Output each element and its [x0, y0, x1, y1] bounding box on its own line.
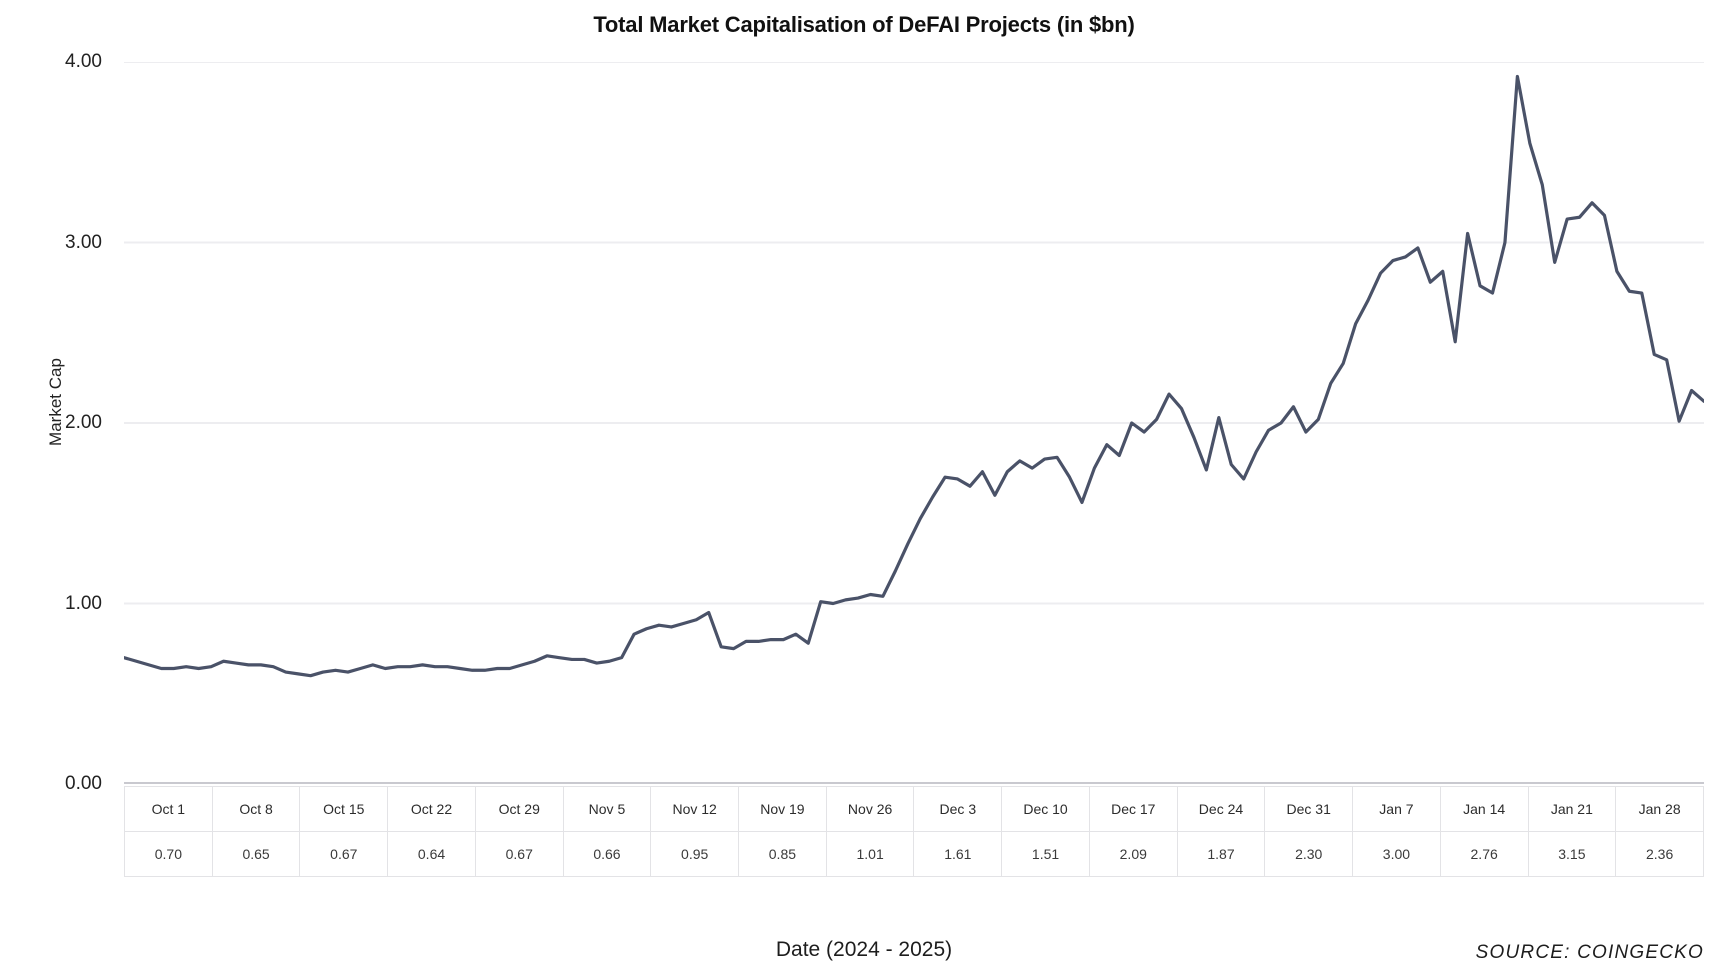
- table-cell-date: Dec 10: [1001, 786, 1090, 832]
- plot-area: [124, 62, 1704, 784]
- y-axis-tick-1: 1.00: [65, 592, 102, 614]
- table-cell-date: Nov 26: [825, 786, 915, 832]
- table-cell-date: Oct 22: [387, 786, 476, 832]
- table-cell-value: 2.30: [1264, 831, 1354, 877]
- table-cell-date: Oct 1: [124, 786, 213, 832]
- table-cell-date: Nov 12: [650, 786, 740, 832]
- table-cell-date: Nov 5: [562, 786, 652, 832]
- table-cell-date: Oct 15: [299, 786, 389, 832]
- table-cell-value: 3.15: [1527, 831, 1617, 877]
- table-cell-value: 0.64: [387, 831, 476, 877]
- table-row-values: 0.70 0.65 0.67 0.64 0.67 0.66 0.95 0.85 1.01 1.61…: [124, 831, 1704, 877]
- table-cell-date: Oct 29: [474, 786, 564, 832]
- table-cell-date: Oct 8: [211, 786, 301, 832]
- y-axis-label: Market Cap: [46, 358, 65, 446]
- table-cell-date: Nov 19: [738, 786, 827, 832]
- table-row-dates: Oct 1 Oct 8 Oct 15 Oct 22 Oct 29 Nov 5 Nov 12 N…: [124, 786, 1704, 832]
- table-cell-value: 0.70: [124, 831, 213, 877]
- y-axis-tick-3: 3.00: [65, 231, 102, 253]
- table-cell-value: 2.09: [1088, 831, 1178, 877]
- data-table: Oct 1 Oct 8 Oct 15 Oct 22 Oct 29 Nov 5 Nov 12 N…: [124, 786, 1704, 877]
- table-cell-value: 0.85: [738, 831, 827, 877]
- y-axis-tick-0: 0.00: [65, 773, 102, 794]
- y-axis-tick-4: 4.00: [65, 51, 102, 72]
- table-cell-value: 3.00: [1352, 831, 1441, 877]
- table-cell-value: 2.76: [1439, 831, 1529, 877]
- table-cell-date: Dec 3: [913, 786, 1003, 832]
- y-axis: 0.00 1.00 2.00 3.00 4.00 Market Cap: [40, 51, 114, 794]
- table-cell-value: 0.95: [650, 831, 740, 877]
- table-cell-value: 1.87: [1176, 831, 1266, 877]
- source-note: SOURCE: COINGECKO: [1475, 942, 1704, 963]
- table-cell-value: 0.65: [211, 831, 301, 877]
- table-cell-value: 0.67: [474, 831, 564, 877]
- table-cell-date: Dec 17: [1088, 786, 1178, 832]
- table-cell-value: 0.67: [299, 831, 389, 877]
- table-cell-date: Jan 21: [1527, 786, 1617, 832]
- table-cell-value: 1.01: [825, 831, 915, 877]
- table-cell-date: Dec 24: [1176, 786, 1266, 832]
- market-cap-series-line: [124, 74, 1704, 678]
- table-cell-value: 0.66: [562, 831, 652, 877]
- table-cell-value: 1.51: [1001, 831, 1090, 877]
- gridlines: [124, 62, 1704, 784]
- chart-title: Total Market Capitalisation of DeFAI Pro…: [593, 12, 1135, 37]
- table-cell-date: Dec 31: [1264, 786, 1354, 832]
- x-axis-label: Date (2024 - 2025): [775, 938, 953, 961]
- line-chart-svg: [124, 62, 1704, 784]
- y-axis-tick-2: 2.00: [65, 412, 102, 433]
- table-cell-value: 2.36: [1615, 831, 1704, 877]
- chart-page: Total Market Capitalisation of DeFAI Pro…: [0, 0, 1728, 972]
- table-cell-date: Jan 7: [1352, 786, 1441, 832]
- table-cell-date: Jan 14: [1439, 786, 1529, 832]
- table-cell-date: Jan 28: [1615, 786, 1704, 832]
- table-cell-value: 1.61: [913, 831, 1003, 877]
